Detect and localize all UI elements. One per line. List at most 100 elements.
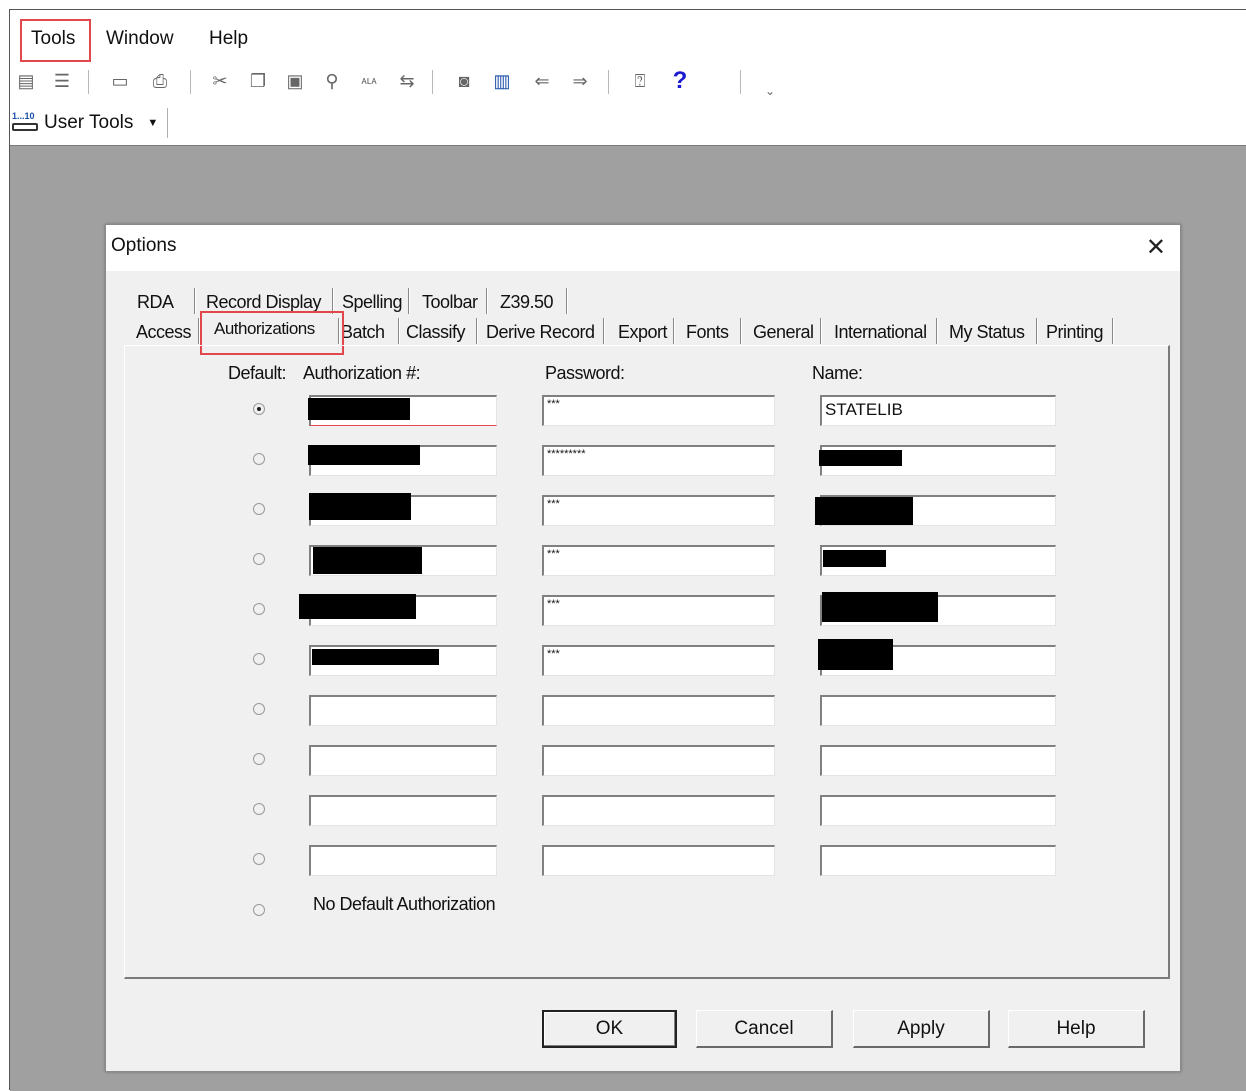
toolbar-separator [608, 70, 610, 94]
user-tools-label: User Tools [44, 112, 134, 133]
tab-fonts[interactable]: Fonts [686, 322, 729, 343]
radio-no-default[interactable] [253, 904, 265, 916]
name-field[interactable] [820, 795, 1056, 826]
label-icon[interactable]: ▭ [108, 68, 132, 94]
copy-icon[interactable]: ❐ [246, 68, 270, 94]
password-field[interactable]: *** [542, 545, 775, 576]
header-password: Password: [545, 363, 625, 383]
tab-spelling[interactable]: Spelling [342, 292, 403, 313]
tab-classify[interactable]: Classify [406, 322, 466, 343]
radio-default-row-8[interactable] [253, 753, 265, 765]
tab-separator [476, 318, 478, 344]
password-field[interactable]: *** [542, 495, 775, 526]
password-field[interactable]: *** [542, 595, 775, 626]
tab-access[interactable]: Access [136, 322, 192, 343]
radio-default-row-6[interactable] [253, 653, 265, 665]
apply-button[interactable]: Apply [853, 1010, 990, 1048]
radio-default-row-5[interactable] [253, 603, 265, 615]
tab-printing[interactable]: Printing [1046, 322, 1104, 343]
password-field[interactable] [542, 745, 775, 776]
redaction [819, 450, 902, 466]
password-field[interactable]: *** [542, 395, 775, 426]
radio-default-row-9[interactable] [253, 803, 265, 815]
redaction [822, 592, 938, 622]
context-help-icon[interactable]: ⍰ [628, 68, 652, 94]
cancel-button[interactable]: Cancel [696, 1010, 833, 1048]
tools-highlight [20, 19, 91, 62]
tab-separator [566, 288, 568, 314]
toolbar-separator [740, 70, 742, 94]
user-tools-badge: 1...10 [12, 111, 35, 121]
menu-window[interactable]: Window [106, 26, 174, 52]
back-icon[interactable]: ⇐ [530, 68, 554, 94]
header-default: Default: [228, 363, 287, 383]
user-tools-icon: 1...10 [12, 111, 42, 135]
password-field[interactable]: ********* [542, 445, 775, 476]
ok-button[interactable]: OK [542, 1010, 677, 1048]
user-tools-dropdown[interactable]: 1...10 User Tools ▼ [12, 108, 158, 138]
tab-record-display[interactable]: Record Display [206, 292, 322, 313]
dialog-title-bar: Options ✕ [106, 225, 1180, 271]
radio-default-row-4[interactable] [253, 553, 265, 565]
name-field[interactable]: STATELIB [820, 395, 1056, 426]
tab-separator [194, 288, 196, 314]
forward-icon[interactable]: ⇒ [568, 68, 592, 94]
ala-icon[interactable]: ᴀʟᴀ [357, 68, 381, 94]
radio-default-row-10[interactable] [253, 853, 265, 865]
book-icon[interactable]: ▥ [490, 68, 514, 94]
paste-icon[interactable]: ▣ [283, 68, 307, 94]
tab-general[interactable]: General [753, 322, 814, 343]
tab-derive-record[interactable]: Derive Record [486, 322, 595, 343]
name-field[interactable] [820, 695, 1056, 726]
toolbar-separator [167, 108, 168, 138]
password-field[interactable]: *** [542, 645, 775, 676]
redaction [312, 649, 439, 665]
stop-icon[interactable]: ◙ [452, 68, 476, 94]
help-button[interactable]: Help [1008, 1010, 1145, 1048]
header-authorization: Authorization #: [303, 363, 421, 383]
name-field[interactable] [820, 745, 1056, 776]
tab-toolbar[interactable]: Toolbar [422, 292, 478, 313]
tab-separator [740, 318, 742, 344]
redaction [309, 493, 411, 520]
help-icon[interactable]: ? [668, 67, 692, 94]
radio-default-row-1[interactable] [253, 403, 265, 415]
more-icon[interactable]: ⌄ [758, 78, 782, 104]
tab-rda[interactable]: RDA [137, 292, 174, 313]
tab-separator [408, 288, 410, 314]
authorization-field[interactable] [309, 695, 497, 726]
tab-z39-50[interactable]: Z39.50 [500, 292, 554, 313]
tab-international[interactable]: International [834, 322, 927, 343]
tab-separator [673, 318, 675, 344]
close-icon[interactable]: ✕ [1146, 233, 1166, 262]
redaction [308, 398, 410, 420]
options-dialog: Options ✕ RDA Record Display Spelling Toolb… [105, 224, 1181, 1072]
toolbar-separator [190, 70, 192, 94]
header-name: Name: [812, 363, 863, 383]
tab-separator [1112, 318, 1114, 344]
tab-export[interactable]: Export [618, 322, 668, 343]
cut-icon[interactable]: ✂ [208, 68, 232, 94]
tab-separator [486, 288, 488, 314]
password-field[interactable] [542, 795, 775, 826]
record-icon[interactable]: ▤ [14, 68, 38, 94]
radio-default-row-2[interactable] [253, 453, 265, 465]
authorization-field[interactable] [309, 795, 497, 826]
list-icon[interactable]: ☰ [50, 68, 74, 94]
find-icon[interactable]: ⚲ [320, 68, 344, 94]
print-icon[interactable]: ⎙ [148, 68, 172, 94]
tab-my-status[interactable]: My Status [949, 322, 1025, 343]
menu-help[interactable]: Help [209, 26, 248, 52]
dialog-title: Options [111, 235, 177, 256]
radio-default-row-3[interactable] [253, 503, 265, 515]
name-field[interactable] [820, 845, 1056, 876]
password-field[interactable] [542, 845, 775, 876]
tab-batch[interactable]: Batch [341, 322, 385, 343]
password-field[interactable] [542, 695, 775, 726]
radio-default-row-7[interactable] [253, 703, 265, 715]
tab-separator [1036, 318, 1038, 344]
replace-icon[interactable]: ⇆ [395, 68, 419, 94]
authorization-field[interactable] [309, 845, 497, 876]
redaction [308, 445, 420, 465]
authorization-field[interactable] [309, 745, 497, 776]
